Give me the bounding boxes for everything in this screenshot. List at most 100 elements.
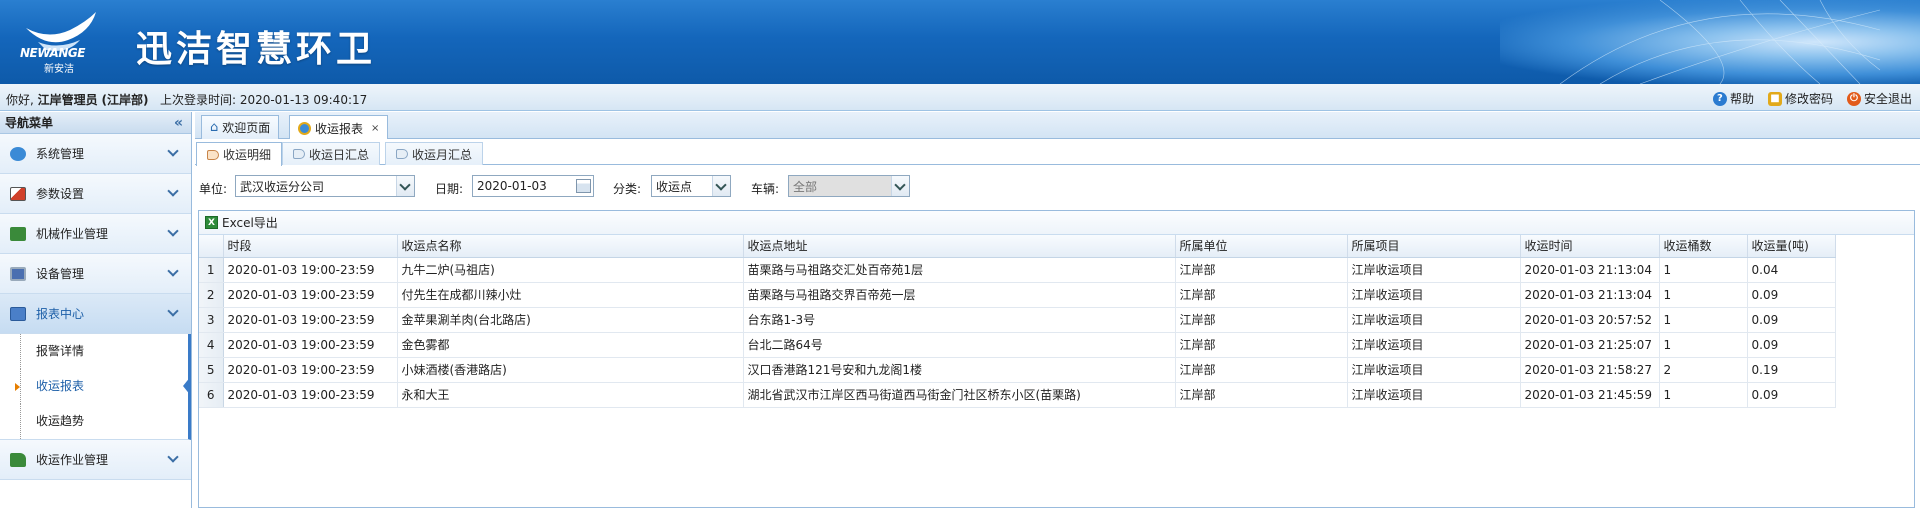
- tab-label: 欢迎页面: [222, 121, 271, 135]
- submenu-item-alarms[interactable]: 报警详情: [0, 334, 188, 369]
- table-cell: 2020-01-03 21:13:04: [1520, 257, 1660, 283]
- column-header[interactable]: 所属单位: [1175, 235, 1348, 258]
- category-select[interactable]: 收运点: [651, 175, 731, 197]
- nav-header: 导航菜单 «: [0, 112, 191, 134]
- tab-welcome[interactable]: ⌂ 欢迎页面: [201, 115, 280, 139]
- table-cell: 2020-01-03 21:13:04: [1520, 282, 1660, 308]
- help-icon: ?: [1712, 91, 1727, 106]
- table-cell: 2020-01-03 19:00-23:59: [223, 257, 398, 283]
- subtab-detail[interactable]: 收运明细: [196, 142, 283, 166]
- column-header[interactable]: 所属项目: [1347, 235, 1521, 258]
- table-cell: 汉口香港路121号安和九龙阁1楼: [743, 357, 1176, 383]
- user-info-bar: 你好, 江岸管理员 (江岸部) 上次登录时间: 2020-01-13 09:40…: [0, 84, 1920, 111]
- table-cell: 江岸部: [1175, 282, 1348, 308]
- tab-collection-report[interactable]: 收运报表 ×: [289, 115, 389, 140]
- table-row[interactable]: 3 2020-01-03 19:00-23:59 金苹果涮羊肉(台北路店) 台东路1-…: [199, 307, 1836, 333]
- excel-export-button[interactable]: X Excel导出: [205, 214, 278, 231]
- home-icon: ⌂: [210, 120, 219, 135]
- table-cell: 苗栗路与马祖路交界百帝苑一层: [743, 282, 1176, 308]
- table-cell: 2020-01-03 19:00-23:59: [223, 282, 398, 308]
- excel-export-label: Excel导出: [222, 216, 278, 230]
- table-cell: 2020-01-03 19:00-23:59: [223, 357, 398, 383]
- date-label: 日期:: [435, 182, 464, 196]
- sidebar-item-devices[interactable]: 设备管理: [0, 254, 191, 294]
- subtab-monthly[interactable]: 收运月汇总: [385, 142, 484, 165]
- category-label: 分类:: [613, 182, 642, 196]
- table-cell: 江岸收运项目: [1347, 382, 1521, 408]
- sidebar-item-label: 参数设置: [36, 187, 85, 201]
- sidebar-item-reports[interactable]: 报表中心: [0, 294, 191, 334]
- table-cell: 台东路1-3号: [743, 307, 1176, 333]
- table-cell: 0.09: [1747, 332, 1836, 358]
- table-row[interactable]: 6 2020-01-03 19:00-23:59 永和大王 湖北省武汉市江岸区西马街道…: [199, 382, 1836, 408]
- unit-select[interactable]: 武汉收运分公司: [235, 175, 415, 197]
- vehicle-select[interactable]: 全部: [788, 175, 910, 197]
- column-header[interactable]: 收运时间: [1520, 235, 1660, 258]
- garbage-truck-icon: [10, 452, 26, 467]
- subtab-daily[interactable]: 收运日汇总: [282, 142, 381, 165]
- report-subtabs: 收运明细 收运日汇总 收运月汇总: [195, 139, 1920, 166]
- sidebar-item-system[interactable]: 系统管理: [0, 134, 191, 174]
- table-cell: 江岸部: [1175, 357, 1348, 383]
- unit-value: 武汉收运分公司: [240, 179, 325, 194]
- change-password-label: 修改密码: [1784, 92, 1833, 106]
- logo-wordmark: NEWANGE: [20, 46, 85, 60]
- table-cell: 2020-01-03 19:00-23:59: [223, 382, 398, 408]
- table-cell: 0.09: [1747, 307, 1836, 333]
- table-cell: 2020-01-03 21:58:27: [1520, 357, 1660, 383]
- table-cell: 江岸收运项目: [1347, 257, 1521, 283]
- submenu-item-collection-trend[interactable]: 收运趋势: [0, 404, 188, 439]
- user-name: 江岸管理员: [37, 93, 98, 107]
- active-pointer-icon: [183, 376, 191, 396]
- chevron-down-icon: [396, 176, 414, 196]
- sidebar-item-label: 设备管理: [36, 267, 85, 281]
- row-number-cell: 3: [199, 307, 224, 333]
- table-row[interactable]: 2 2020-01-03 19:00-23:59 付先生在成都川辣小灶 苗栗路与马祖路…: [199, 282, 1836, 308]
- chevron-down-icon: [167, 225, 179, 237]
- calendar-icon[interactable]: [576, 179, 591, 193]
- sidebar-item-params[interactable]: 参数设置: [0, 174, 191, 214]
- column-header[interactable]: 收运桶数: [1659, 235, 1748, 258]
- row-number-header: [199, 235, 224, 258]
- data-grid-panel: X Excel导出 时段 收运点名称 收运点地址 所属单位 所属项目 收运时间 …: [198, 210, 1915, 508]
- chevron-down-icon: [712, 176, 730, 196]
- collection-detail-table: 时段 收运点名称 收运点地址 所属单位 所属项目 收运时间 收运桶数 收运量(吨…: [199, 235, 1836, 408]
- date-input[interactable]: 2020-01-03: [472, 175, 594, 197]
- table-cell: 苗栗路与马祖路交汇处百帝苑1层: [743, 257, 1176, 283]
- nav-sidebar: 导航菜单 « 系统管理 参数设置 机械作业管理 设备管理 报表中心 报警详情 收…: [0, 112, 192, 508]
- column-header[interactable]: 收运点地址: [743, 235, 1176, 258]
- help-label: 帮助: [1729, 92, 1754, 106]
- table-row[interactable]: 1 2020-01-03 19:00-23:59 九牛二炉(马祖店) 苗栗路与马祖路交…: [199, 257, 1836, 283]
- row-number-cell: 5: [199, 357, 224, 383]
- table-cell: 1: [1659, 332, 1748, 358]
- monitor-icon: [10, 266, 26, 281]
- row-number-cell: 2: [199, 282, 224, 308]
- change-password-link[interactable]: ■ 修改密码: [1767, 90, 1833, 107]
- table-row[interactable]: 5 2020-01-03 19:00-23:59 小妹酒楼(香港路店) 汉口香港路12…: [199, 357, 1836, 383]
- table-row[interactable]: 4 2020-01-03 19:00-23:59 金色雾都 台北二路64号 江岸部 江岸收…: [199, 332, 1836, 358]
- table-cell: 江岸收运项目: [1347, 282, 1521, 308]
- tag-icon: [293, 149, 305, 159]
- current-arrow-icon: [15, 383, 20, 391]
- subtab-label: 收运明细: [223, 148, 272, 162]
- column-header[interactable]: 时段: [223, 235, 398, 258]
- table-cell: 0.09: [1747, 282, 1836, 308]
- sidebar-item-collection-ops[interactable]: 收运作业管理: [0, 440, 191, 480]
- column-header[interactable]: 收运量(吨): [1747, 235, 1836, 258]
- table-cell: 2020-01-03 19:00-23:59: [223, 332, 398, 358]
- submenu-item-collection-report[interactable]: 收运报表: [0, 369, 191, 404]
- chevron-down-icon: [167, 305, 179, 317]
- sidebar-item-machinery[interactable]: 机械作业管理: [0, 214, 191, 254]
- sidebar-item-label: 机械作业管理: [36, 227, 109, 241]
- collapse-sidebar-icon[interactable]: «: [174, 112, 183, 134]
- column-header[interactable]: 收运点名称: [397, 235, 744, 258]
- subtab-label: 收运日汇总: [309, 147, 370, 162]
- table-cell: 1: [1659, 382, 1748, 408]
- table-body: 1 2020-01-03 19:00-23:59 九牛二炉(马祖店) 苗栗路与马祖路交…: [199, 257, 1836, 408]
- table-cell: 0.09: [1747, 382, 1836, 408]
- close-tab-icon[interactable]: ×: [371, 123, 379, 134]
- table-cell: 台北二路64号: [743, 332, 1176, 358]
- help-link[interactable]: ? 帮助: [1712, 90, 1754, 107]
- table-cell: 江岸部: [1175, 332, 1348, 358]
- logout-link[interactable]: ⏻ 安全退出: [1846, 90, 1912, 107]
